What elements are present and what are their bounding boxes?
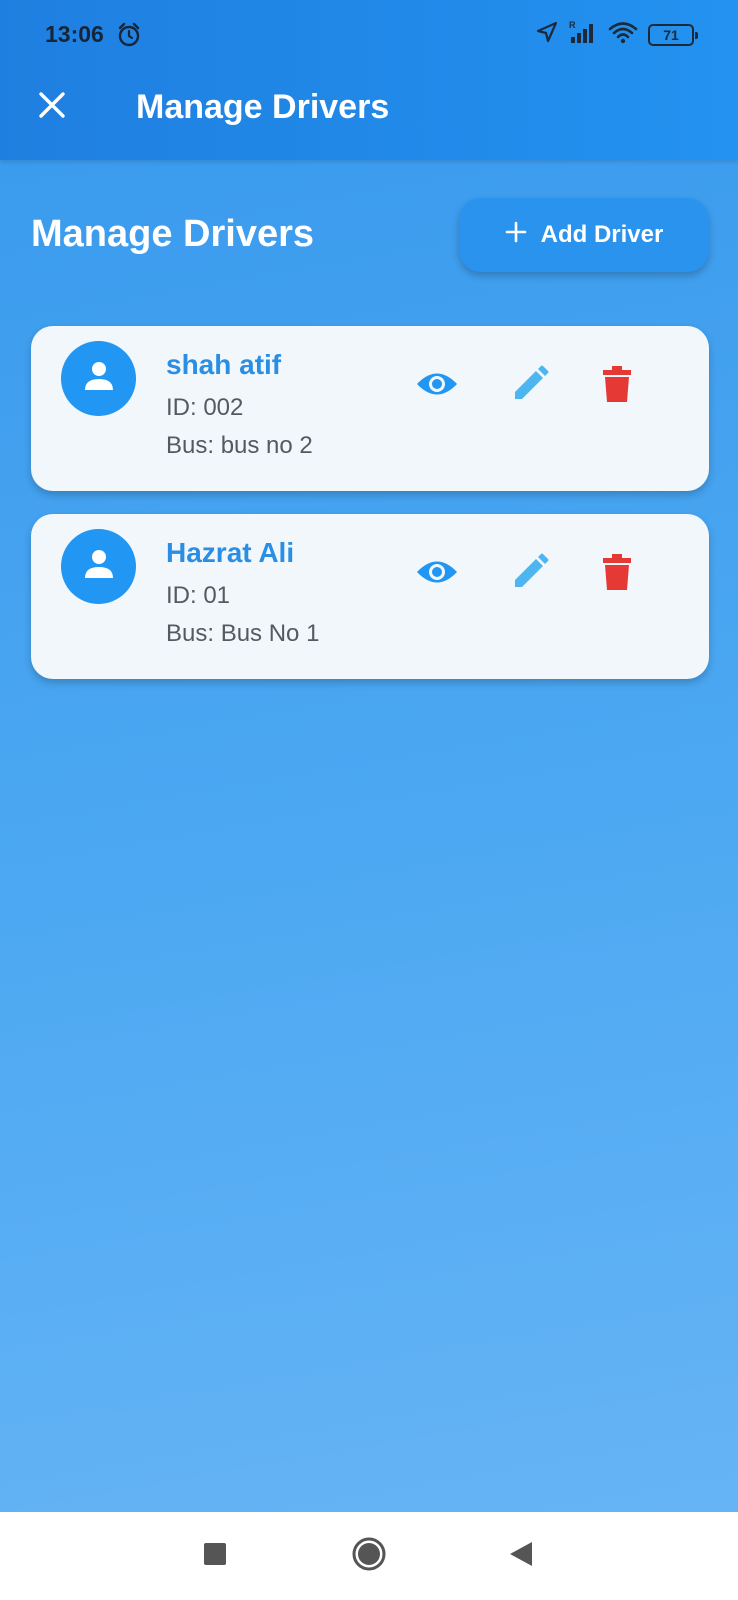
- driver-card: shah atif ID: 002 Bus: bus no 2: [31, 326, 709, 491]
- driver-id: ID: 01: [166, 582, 231, 609]
- close-button[interactable]: [30, 85, 74, 129]
- recent-apps-icon: [203, 1542, 227, 1571]
- location-icon: [536, 21, 558, 48]
- recent-apps-button[interactable]: [197, 1538, 233, 1574]
- delete-driver-button[interactable]: [593, 550, 641, 598]
- page-title: Manage Drivers: [31, 213, 315, 255]
- pencil-icon: [511, 365, 549, 408]
- avatar: [61, 529, 136, 604]
- edit-driver-button[interactable]: [506, 362, 554, 410]
- home-icon: [352, 1537, 386, 1576]
- svg-text:R: R: [569, 20, 576, 30]
- driver-name: shah atif: [166, 349, 282, 380]
- signal-icon: R: [568, 20, 598, 49]
- plus-icon: [505, 221, 527, 250]
- avatar: [61, 341, 136, 416]
- eye-icon: [415, 557, 459, 592]
- back-button[interactable]: [503, 1538, 539, 1574]
- driver-card: Hazrat Ali ID: 01 Bus: Bus No 1: [31, 514, 709, 679]
- status-indicators: R 71: [536, 20, 698, 49]
- add-driver-button[interactable]: Add Driver: [459, 198, 709, 272]
- delete-driver-button[interactable]: [593, 362, 641, 410]
- alarm-icon: [117, 22, 141, 53]
- edit-driver-button[interactable]: [506, 550, 554, 598]
- status-time: 13:06: [45, 21, 104, 47]
- app-bar-title: Manage Drivers: [136, 88, 390, 126]
- system-nav-bar: [0, 1512, 738, 1600]
- view-driver-button[interactable]: [413, 550, 461, 598]
- driver-bus: Bus: bus no 2: [166, 432, 313, 459]
- battery-indicator: 71: [648, 23, 698, 46]
- wifi-icon: [608, 20, 638, 49]
- person-icon: [82, 359, 116, 398]
- person-icon: [82, 547, 116, 586]
- pencil-icon: [511, 553, 549, 596]
- close-icon: [38, 91, 66, 124]
- back-icon: [508, 1540, 534, 1573]
- app-bar: 13:06 R 71 Manage Drivers: [0, 0, 738, 160]
- driver-id: ID: 002: [166, 394, 244, 421]
- trash-icon: [603, 365, 631, 407]
- trash-icon: [603, 553, 631, 595]
- screen: 13:06 R 71 Manage Drivers Manage Drivers…: [0, 0, 738, 1512]
- eye-icon: [415, 369, 459, 404]
- view-driver-button[interactable]: [413, 362, 461, 410]
- driver-name: Hazrat Ali: [166, 537, 295, 568]
- status-bar: 13:06 R 71: [0, 0, 738, 70]
- driver-bus: Bus: Bus No 1: [166, 620, 320, 647]
- add-driver-label: Add Driver: [540, 221, 664, 248]
- home-button[interactable]: [351, 1537, 387, 1576]
